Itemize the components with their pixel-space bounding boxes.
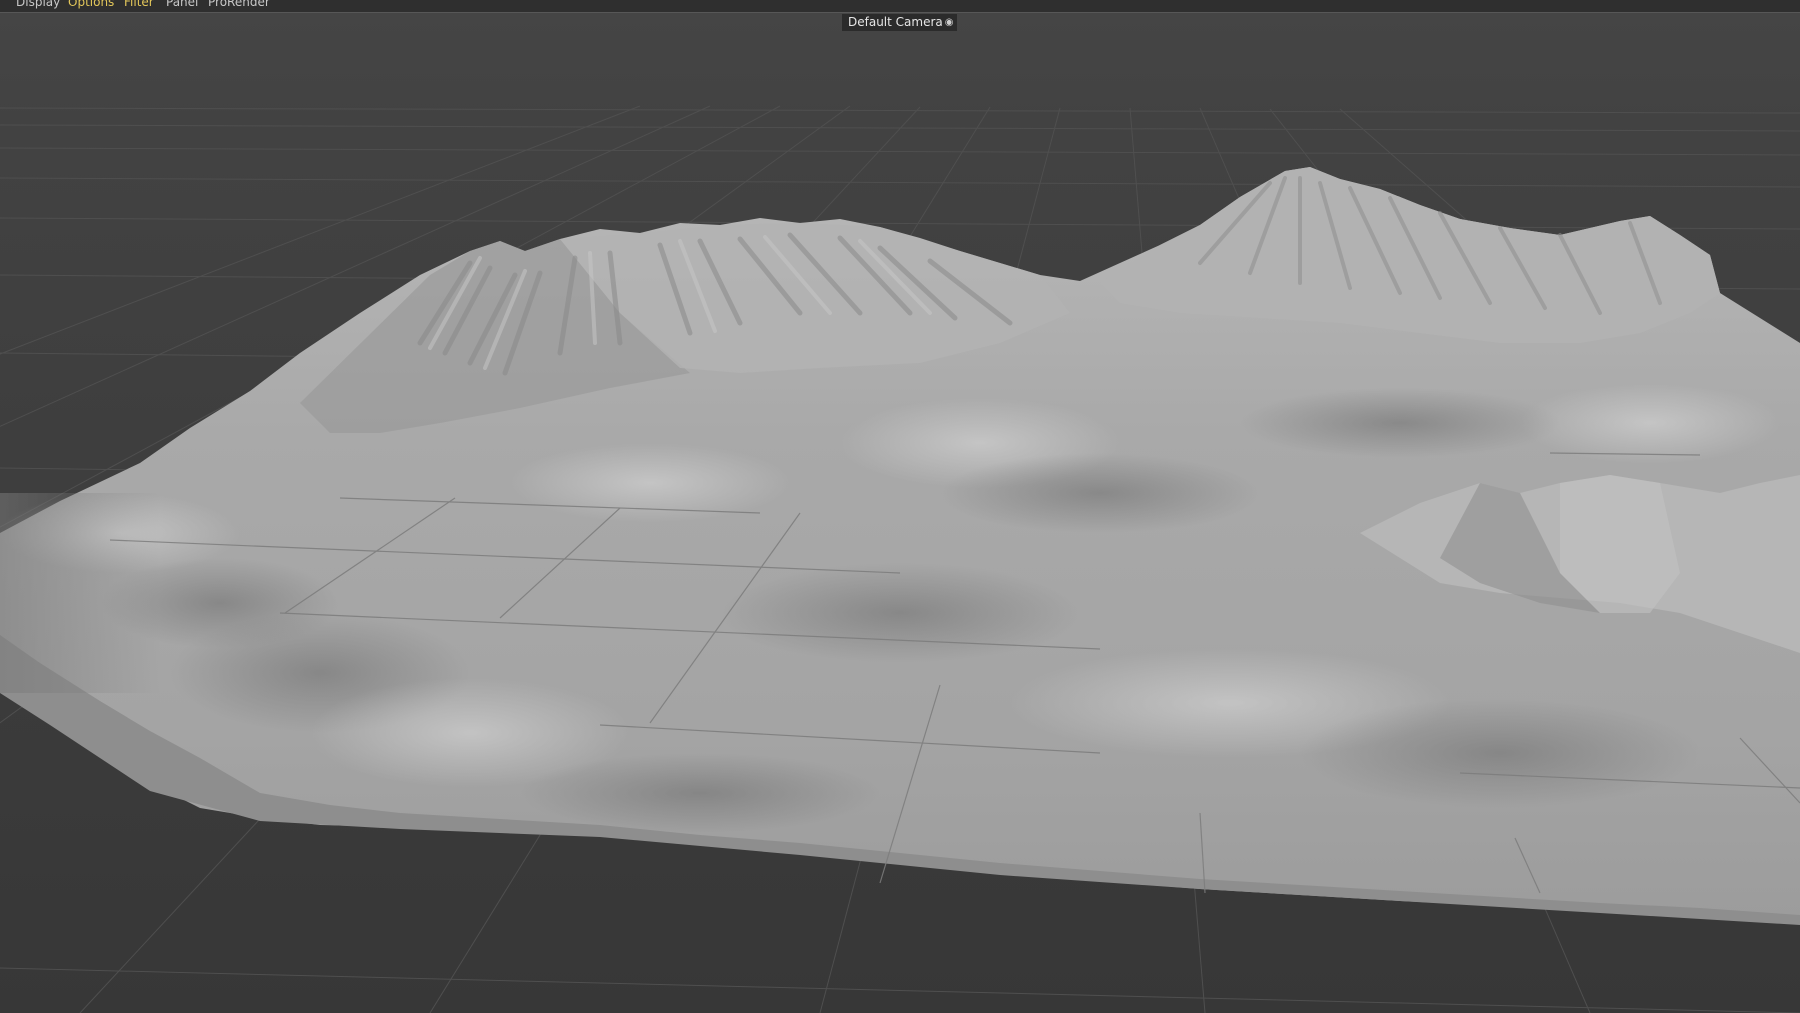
camera-label-text: Default Camera <box>848 15 943 29</box>
cinema4d-viewport-window: Display Options Filter Panel ProRender D… <box>0 0 1800 1013</box>
viewport-canvas[interactable] <box>0 13 1800 1013</box>
camera-selector[interactable]: Default Camera ◉ <box>842 14 957 31</box>
menu-panel[interactable]: Panel <box>166 0 198 9</box>
viewport-menu-bar: Display Options Filter Panel ProRender <box>0 0 1800 13</box>
3d-viewport[interactable] <box>0 13 1800 1013</box>
menu-display[interactable]: Display <box>16 0 60 9</box>
camera-icon: ◉ <box>944 16 954 28</box>
menu-prorender[interactable]: ProRender <box>208 0 270 9</box>
menu-options[interactable]: Options <box>68 0 114 9</box>
menu-filter[interactable]: Filter <box>124 0 154 9</box>
